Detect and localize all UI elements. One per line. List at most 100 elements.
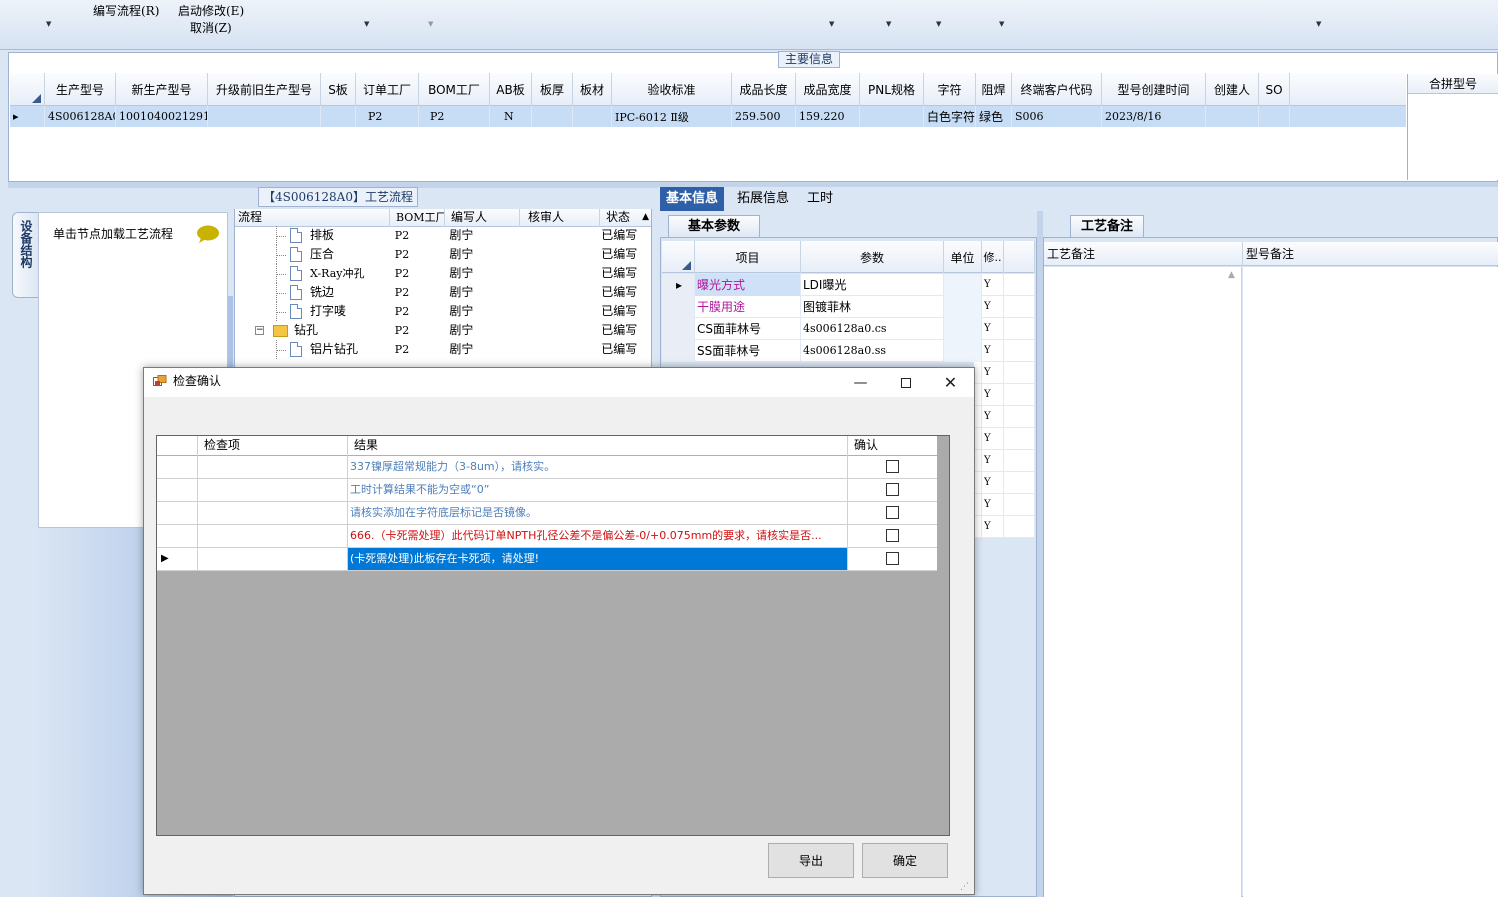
column-header[interactable]: S板 — [321, 73, 356, 106]
param-flag[interactable]: Y — [982, 384, 1004, 406]
table-cell[interactable] — [208, 106, 321, 127]
row-selector-header[interactable] — [157, 436, 198, 456]
column-header[interactable]: 阻焊 — [976, 73, 1012, 106]
check-result[interactable]: 666.（卡死需处理）此代码订单NPTH孔径公差不是偏公差-0/+0.075mm… — [348, 525, 848, 547]
param-flag[interactable]: Y — [982, 406, 1004, 428]
column-header[interactable]: 确认 — [848, 436, 937, 456]
param-flag[interactable]: Y — [982, 494, 1004, 516]
table-row[interactable]: ▸ 曝光方式 LDI曝光 Y — [662, 274, 1035, 296]
param-item[interactable]: 曝光方式 — [695, 274, 801, 296]
tree-node[interactable]: 压合 P2 剧宁 已编写 — [235, 245, 637, 264]
column-header[interactable]: 型号备注 — [1243, 242, 1498, 266]
column-header[interactable]: 单位 — [944, 241, 982, 273]
confirm-checkbox[interactable] — [848, 525, 937, 547]
column-header[interactable]: 工艺备注 — [1044, 242, 1243, 266]
table-cell[interactable] — [1259, 106, 1290, 127]
dropdown-arrow-icon[interactable]: ▼ — [936, 20, 941, 28]
write-process-button[interactable]: 编写流程(R) — [93, 2, 159, 19]
column-header[interactable]: BOM工厂 — [419, 73, 490, 106]
merge-model-header[interactable]: 合拼型号 — [1408, 74, 1498, 94]
dropdown-arrow-icon[interactable]: ▼ — [1316, 20, 1321, 28]
param-flag[interactable]: Y — [982, 362, 1004, 384]
tree-node[interactable]: 排板 P2 剧宁 已编写 — [235, 226, 637, 245]
param-unit[interactable] — [944, 274, 982, 296]
param-value[interactable]: 图镀菲林 — [801, 296, 944, 318]
table-cell[interactable]: N — [490, 106, 532, 127]
column-header[interactable]: 新生产型号 — [116, 73, 208, 106]
check-result[interactable]: (卡死需处理)此板存在卡死项，请处理! — [348, 548, 848, 570]
column-header[interactable]: 成品长度 — [732, 73, 796, 106]
table-cell[interactable]: IPC-6012 Ⅱ级 — [612, 106, 732, 127]
table-cell[interactable]: 4S006128A0 — [45, 106, 116, 127]
table-row[interactable]: Y — [974, 450, 1035, 472]
check-item[interactable] — [198, 502, 348, 524]
column-header[interactable]: 订单工厂 — [356, 73, 419, 106]
start-modify-button[interactable]: 启动修改(E) — [178, 2, 244, 19]
collapse-icon[interactable]: − — [255, 326, 264, 335]
dropdown-arrow-icon[interactable]: ▼ — [999, 20, 1004, 28]
column-header[interactable]: 升级前旧生产型号 — [208, 73, 321, 106]
param-flag[interactable]: Y — [982, 472, 1004, 494]
table-cell[interactable]: 10010400212916 — [116, 106, 208, 127]
param-unit[interactable] — [944, 296, 982, 318]
table-row[interactable]: 666.（卡死需处理）此代码订单NPTH孔径公差不是偏公差-0/+0.075mm… — [157, 525, 937, 548]
tab-basic-info[interactable]: 基本信息 — [660, 187, 725, 211]
table-cell[interactable] — [532, 106, 573, 127]
column-header[interactable]: SO — [1259, 73, 1290, 106]
column-header[interactable]: 核审人 — [520, 209, 600, 227]
export-button[interactable]: 导出 — [768, 843, 854, 878]
row-selector-header[interactable] — [10, 73, 45, 106]
table-cell[interactable]: P2 — [419, 106, 490, 127]
column-header[interactable]: 型号创建时间 — [1102, 73, 1206, 106]
tab-extended-info[interactable]: 拓展信息 — [731, 187, 795, 211]
maximize-icon[interactable] — [883, 368, 928, 397]
column-header[interactable]: BOM工厂 — [390, 209, 445, 227]
tree-node[interactable]: − 钻孔 P2 剧宁 已编写 — [235, 321, 637, 340]
tab-basic-params[interactable]: 基本参数 — [668, 215, 760, 237]
check-item[interactable] — [198, 525, 348, 547]
column-header[interactable]: 修.. — [982, 241, 1004, 273]
table-row[interactable]: 337镍厚超常规能力（3-8um），请核实。 — [157, 456, 937, 479]
table-row[interactable]: 请核实添加在字符底层标记是否镜像。 — [157, 502, 937, 525]
table-row[interactable]: Y — [974, 384, 1035, 406]
param-flag[interactable]: Y — [982, 296, 1004, 318]
column-header[interactable]: 验收标准 — [612, 73, 732, 106]
column-header[interactable]: PNL规格 — [860, 73, 924, 106]
param-flag[interactable]: Y — [982, 274, 1004, 296]
column-header[interactable]: 生产型号 — [45, 73, 116, 106]
table-row[interactable]: 工时计算结果不能为空或“0” — [157, 479, 937, 502]
param-item[interactable]: CS面菲林号 — [695, 318, 801, 340]
tree-node[interactable]: 铝片钻孔 P2 剧宁 已编写 — [235, 340, 637, 359]
column-header[interactable]: 流程 — [235, 209, 390, 227]
table-row[interactable]: Y — [974, 472, 1035, 494]
column-header[interactable]: 检查项 — [198, 436, 348, 456]
table-row[interactable]: CS面菲林号 4s006128a0.cs Y — [662, 318, 1035, 340]
column-header[interactable]: AB板 — [490, 73, 532, 106]
table-row[interactable]: ▶ (卡死需处理)此板存在卡死项，请处理! — [157, 548, 937, 571]
check-item[interactable] — [198, 548, 348, 570]
table-row[interactable]: Y — [974, 406, 1035, 428]
column-header[interactable]: 项目 — [695, 241, 801, 273]
tree-node[interactable]: 打字唛 P2 剧宁 已编写 — [235, 302, 637, 321]
tree-node[interactable]: 铣边 P2 剧宁 已编写 — [235, 283, 637, 302]
table-row[interactable]: Y — [974, 428, 1035, 450]
minimize-icon[interactable]: — — [838, 368, 883, 397]
check-item[interactable] — [198, 456, 348, 478]
dropdown-arrow-icon[interactable]: ▼ — [829, 20, 834, 28]
column-header[interactable]: 字符 — [924, 73, 976, 106]
table-row[interactable]: Y — [974, 362, 1035, 384]
dropdown-arrow-icon[interactable]: ▼ — [364, 20, 369, 28]
check-item[interactable] — [198, 479, 348, 501]
column-header[interactable]: 板厚 — [532, 73, 573, 106]
table-cell[interactable]: 绿色 — [976, 106, 1012, 127]
table-row[interactable]: SS面菲林号 4s006128a0.ss Y — [662, 340, 1035, 362]
param-value[interactable]: 4s006128a0.ss — [801, 340, 944, 362]
param-flag[interactable]: Y — [982, 450, 1004, 472]
confirm-checkbox[interactable] — [848, 548, 937, 570]
close-icon[interactable]: ✕ — [928, 368, 973, 397]
scroll-up-icon[interactable]: ▲ — [642, 209, 649, 226]
dropdown-arrow-icon[interactable]: ▼ — [886, 20, 891, 28]
param-unit[interactable] — [944, 340, 982, 362]
table-cell[interactable] — [573, 106, 612, 127]
confirm-checkbox[interactable] — [848, 456, 937, 478]
